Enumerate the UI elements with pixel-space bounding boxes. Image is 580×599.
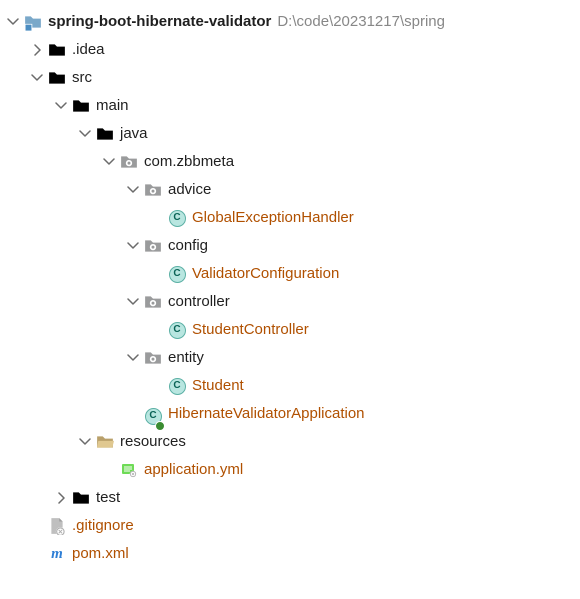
package-label: entity xyxy=(168,344,204,372)
tree-row-pom[interactable]: m pom.xml xyxy=(4,540,576,568)
chevron-down-icon[interactable] xyxy=(124,349,142,367)
chevron-down-icon[interactable] xyxy=(4,13,22,31)
package-label: controller xyxy=(168,288,230,316)
package-icon xyxy=(144,350,162,366)
maven-icon: m xyxy=(48,546,66,562)
source-folder-icon xyxy=(96,126,114,142)
class-label: StudentController xyxy=(192,316,309,344)
class-icon: C xyxy=(168,322,186,338)
package-label: com.zbbmeta xyxy=(144,148,234,176)
tree-row-idea[interactable]: .idea xyxy=(4,36,576,64)
folder-icon xyxy=(72,98,90,114)
chevron-right-icon[interactable] xyxy=(28,41,46,59)
class-icon: C xyxy=(168,266,186,282)
tree-row-advice[interactable]: advice xyxy=(4,176,576,204)
chevron-down-icon[interactable] xyxy=(28,69,46,87)
chevron-down-icon[interactable] xyxy=(124,293,142,311)
package-label: config xyxy=(168,232,208,260)
class-label: ValidatorConfiguration xyxy=(192,260,339,288)
file-label: .gitignore xyxy=(72,512,134,540)
package-icon xyxy=(144,182,162,198)
tree-row-resources[interactable]: resources xyxy=(4,428,576,456)
tree-row-controller[interactable]: controller xyxy=(4,288,576,316)
folder-label: main xyxy=(96,92,129,120)
tree-row-test[interactable]: test xyxy=(4,484,576,512)
runnable-class-icon: C xyxy=(144,406,162,422)
gitignore-icon xyxy=(48,518,66,534)
class-label: HibernateValidatorApplication xyxy=(168,400,365,428)
tree-row-class-sc[interactable]: C StudentController xyxy=(4,316,576,344)
tree-row-class-geh[interactable]: C GlobalExceptionHandler xyxy=(4,204,576,232)
yaml-icon xyxy=(120,462,138,478)
resources-folder-icon xyxy=(96,434,114,450)
chevron-down-icon[interactable] xyxy=(124,237,142,255)
chevron-down-icon[interactable] xyxy=(76,125,94,143)
package-icon xyxy=(144,294,162,310)
folder-label: resources xyxy=(120,428,186,456)
tree-row-class-hva[interactable]: C HibernateValidatorApplication xyxy=(4,400,576,428)
folder-label: .idea xyxy=(72,36,105,64)
file-label: application.yml xyxy=(144,456,243,484)
chevron-down-icon[interactable] xyxy=(124,181,142,199)
folder-label: test xyxy=(96,484,120,512)
tree-row-gitignore[interactable]: .gitignore xyxy=(4,512,576,540)
tree-row-config[interactable]: config xyxy=(4,232,576,260)
tree-row-class-student[interactable]: C Student xyxy=(4,372,576,400)
tree-row-entity[interactable]: entity xyxy=(4,344,576,372)
chevron-down-icon[interactable] xyxy=(100,153,118,171)
project-path: D:\code\20231217\spring xyxy=(277,8,445,36)
class-icon: C xyxy=(168,378,186,394)
tree-row-root[interactable]: spring-boot-hibernate-validator D:\code\… xyxy=(4,8,576,36)
folder-icon xyxy=(48,70,66,86)
package-label: advice xyxy=(168,176,211,204)
tree-row-main[interactable]: main xyxy=(4,92,576,120)
tree-row-class-vc[interactable]: C ValidatorConfiguration xyxy=(4,260,576,288)
class-icon: C xyxy=(168,210,186,226)
folder-label: src xyxy=(72,64,92,92)
folder-label: java xyxy=(120,120,148,148)
class-label: GlobalExceptionHandler xyxy=(192,204,354,232)
folder-icon xyxy=(72,490,90,506)
file-label: pom.xml xyxy=(72,540,129,568)
tree-row-java[interactable]: java xyxy=(4,120,576,148)
tree-row-src[interactable]: src xyxy=(4,64,576,92)
class-label: Student xyxy=(192,372,244,400)
folder-icon xyxy=(48,42,66,58)
chevron-right-icon[interactable] xyxy=(52,489,70,507)
tree-row-package[interactable]: com.zbbmeta xyxy=(4,148,576,176)
package-icon xyxy=(120,154,138,170)
project-name: spring-boot-hibernate-validator xyxy=(48,8,271,36)
module-folder-icon xyxy=(24,14,42,30)
package-icon xyxy=(144,238,162,254)
chevron-down-icon[interactable] xyxy=(76,433,94,451)
tree-row-appyml[interactable]: application.yml xyxy=(4,456,576,484)
chevron-down-icon[interactable] xyxy=(52,97,70,115)
